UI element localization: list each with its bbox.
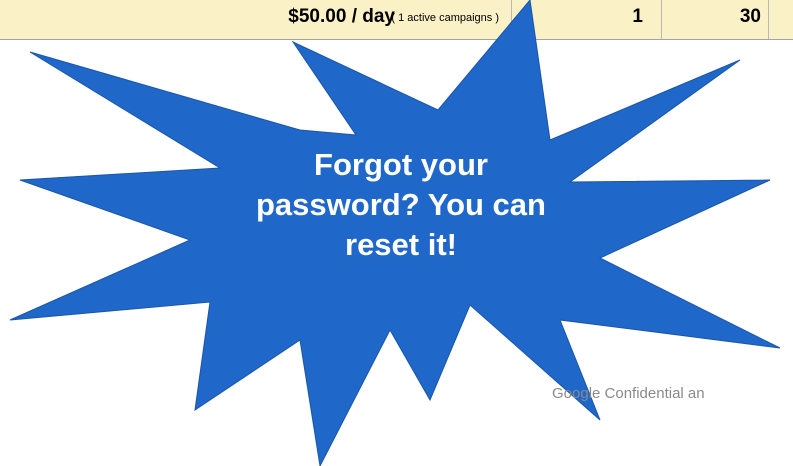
confidential-footer: Google Confidential an bbox=[552, 385, 705, 402]
reset-password-callout-text: Forgot your password? You can reset it! bbox=[256, 147, 546, 262]
